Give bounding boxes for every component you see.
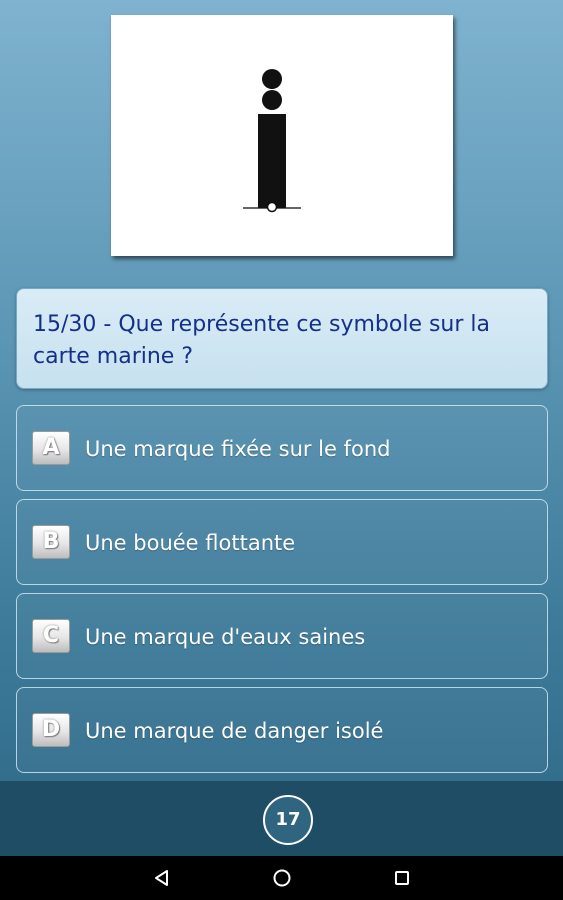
answer-option-b[interactable]: B Une bouée flottante [16, 499, 548, 585]
answer-letter-badge: C [32, 619, 70, 653]
answer-label: Une marque de danger isolé [85, 719, 384, 743]
recents-square-icon[interactable] [389, 865, 415, 891]
chart-symbol-image [111, 15, 453, 256]
answer-label: Une marque d'eaux saines [85, 625, 366, 649]
answer-label: Une bouée flottante [85, 531, 296, 555]
isolated-danger-mark-symbol-icon [243, 69, 301, 213]
answer-option-a[interactable]: A Une marque fixée sur le fond [16, 405, 548, 491]
answer-label: Une marque fixée sur le fond [85, 437, 391, 461]
question-box: 15/30 - Que représente ce symbole sur la… [16, 288, 548, 389]
home-circle-icon[interactable] [269, 865, 295, 891]
back-triangle-icon[interactable] [149, 865, 175, 891]
system-navigation-bar [0, 856, 563, 900]
answer-letter-badge: A [32, 431, 70, 465]
answer-option-d[interactable]: D Une marque de danger isolé [16, 687, 548, 773]
answer-letter-badge: B [32, 525, 70, 559]
answer-option-c[interactable]: C Une marque d'eaux saines [16, 593, 548, 679]
question-text: 15/30 - Que représente ce symbole sur la… [33, 312, 491, 369]
answer-letter-badge: D [32, 713, 70, 747]
question-counter-button[interactable]: 17 [263, 795, 313, 845]
bottom-bar: 17 [0, 781, 563, 856]
